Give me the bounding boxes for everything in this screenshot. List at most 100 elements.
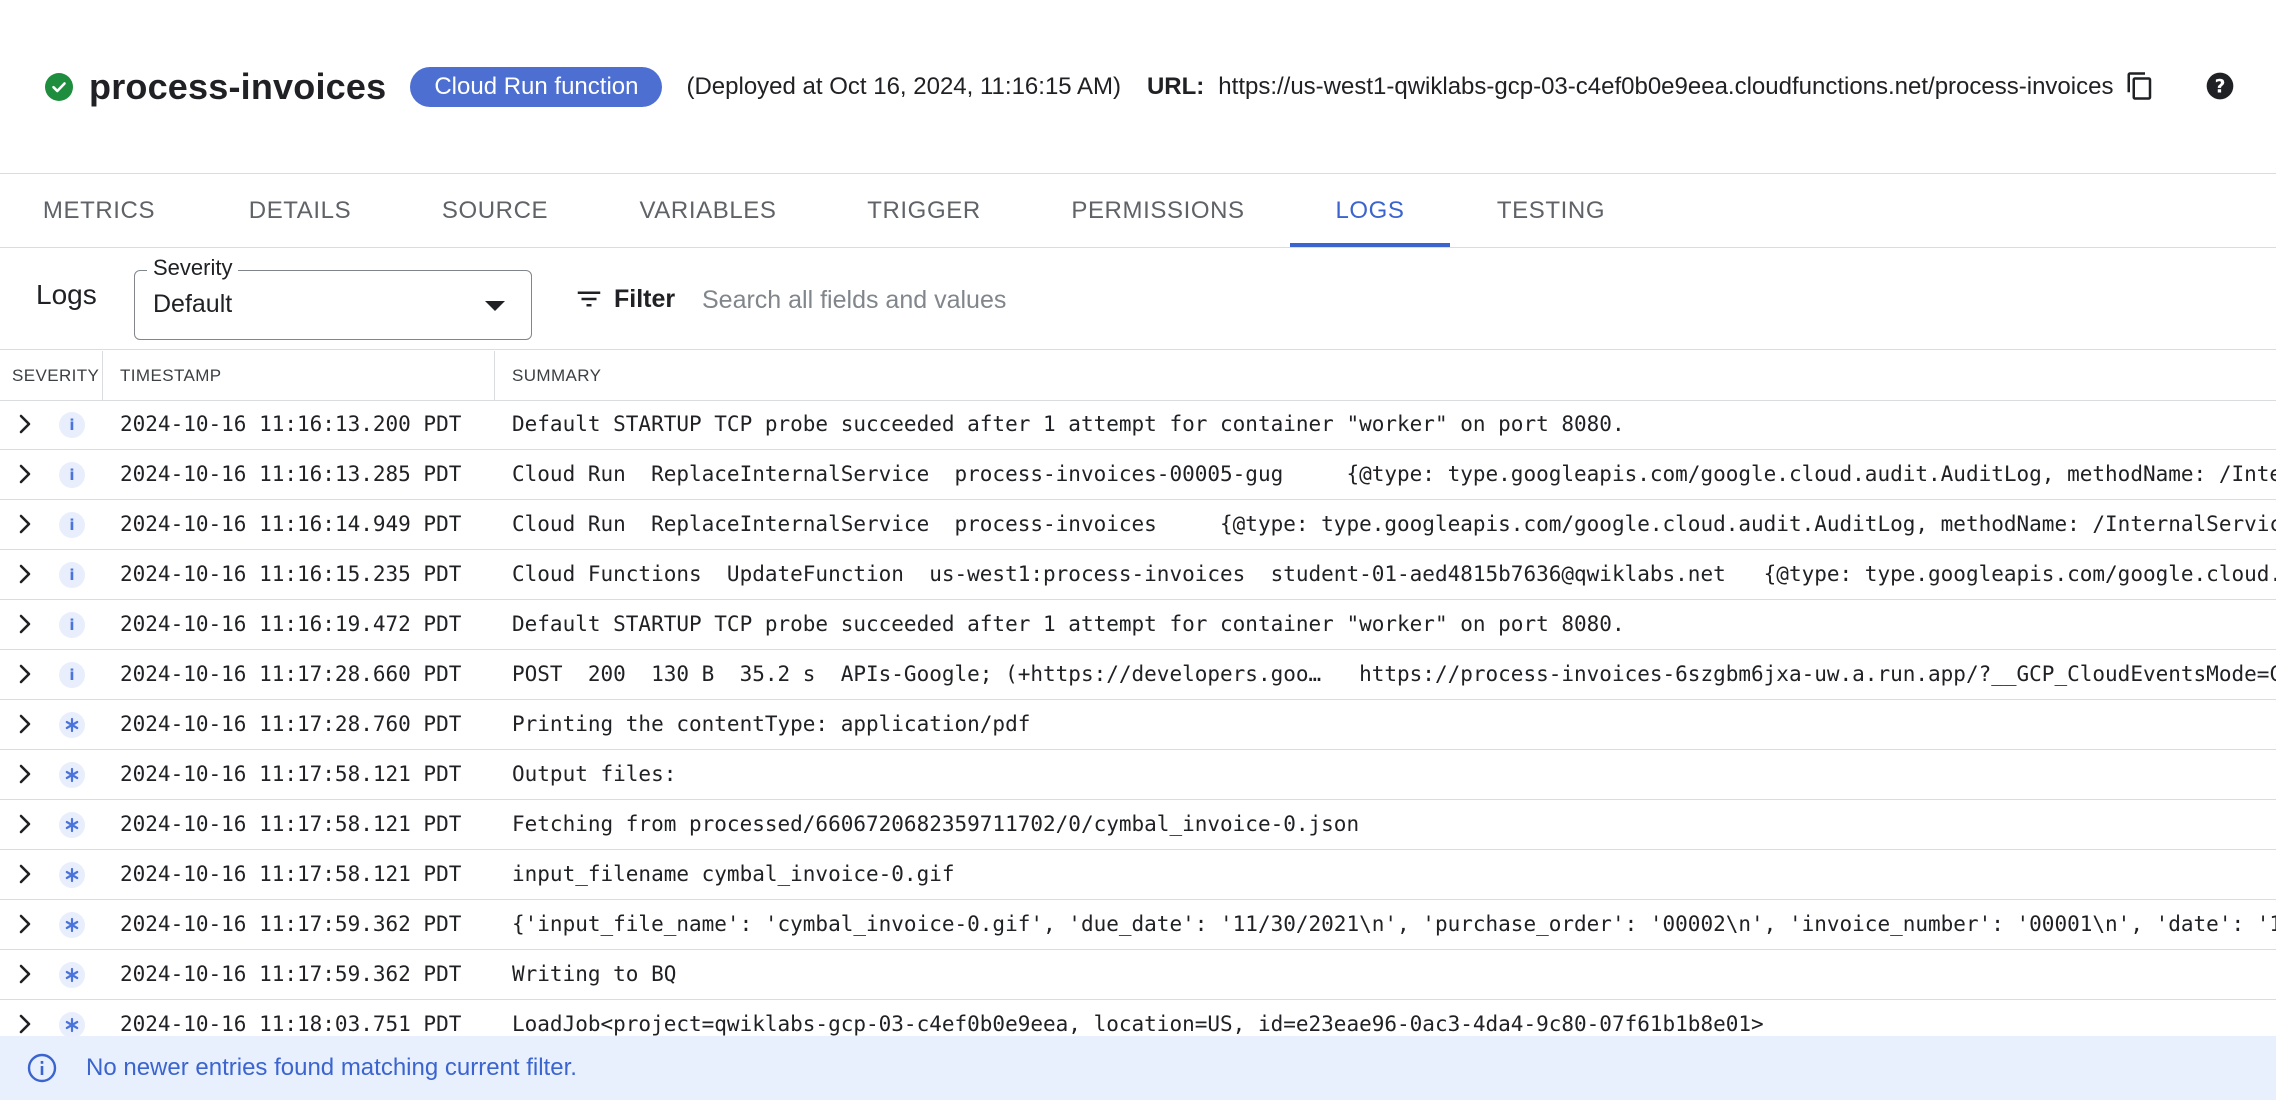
tab-trigger[interactable]: TRIGGER bbox=[852, 175, 996, 247]
log-timestamp: 2024-10-16 11:16:15.235 PDT bbox=[120, 562, 462, 586]
copy-icon[interactable] bbox=[2120, 66, 2160, 106]
info-outline-icon bbox=[27, 1053, 57, 1083]
chevron-right-icon[interactable] bbox=[14, 813, 36, 835]
log-summary: Printing the contentType: application/pd… bbox=[512, 712, 1031, 736]
tab-testing[interactable]: TESTING bbox=[1482, 175, 1620, 247]
chevron-right-icon[interactable] bbox=[14, 963, 36, 985]
logs-toolbar: Logs Severity Default Filter bbox=[0, 249, 2276, 350]
chevron-right-icon[interactable] bbox=[14, 513, 36, 535]
severity-default-icon bbox=[59, 712, 85, 738]
log-entry-row[interactable]: i 2024-10-16 11:16:19.472 PDT Default STAR… bbox=[0, 600, 2276, 650]
tab-logs[interactable]: LOGS bbox=[1290, 175, 1450, 247]
log-summary: Cloud Run ReplaceInternalService process… bbox=[512, 512, 2276, 536]
log-summary: Fetching from processed/6606720682359711… bbox=[512, 812, 1360, 836]
page-header: process-invoices Cloud Run function (Dep… bbox=[0, 0, 2276, 174]
severity-default-icon bbox=[59, 812, 85, 838]
log-summary: LoadJob<project=qwiklabs-gcp-03-c4ef0b0e… bbox=[512, 1012, 1764, 1036]
severity-info-icon: i bbox=[59, 462, 85, 488]
severity-default-icon bbox=[59, 912, 85, 938]
log-timestamp: 2024-10-16 11:17:28.760 PDT bbox=[120, 712, 462, 736]
log-timestamp: 2024-10-16 11:16:19.472 PDT bbox=[120, 612, 462, 636]
column-divider[interactable] bbox=[494, 351, 495, 400]
log-timestamp: 2024-10-16 11:17:59.362 PDT bbox=[120, 962, 462, 986]
log-summary: Cloud Functions UpdateFunction us-west1:… bbox=[512, 562, 2276, 586]
url-label: URL: bbox=[1146, 73, 1205, 100]
severity-info-icon: i bbox=[59, 662, 85, 688]
column-header-timestamp[interactable]: TIMESTAMP bbox=[120, 351, 222, 400]
chevron-right-icon[interactable] bbox=[14, 463, 36, 485]
tab-source[interactable]: SOURCE bbox=[424, 175, 566, 247]
log-summary: input_filename cymbal_invoice-0.gif bbox=[512, 862, 955, 886]
column-divider[interactable] bbox=[102, 351, 103, 400]
log-timestamp: 2024-10-16 11:17:58.121 PDT bbox=[120, 762, 462, 786]
log-summary: Output files: bbox=[512, 762, 677, 786]
severity-default-icon bbox=[59, 962, 85, 988]
log-summary: Cloud Run ReplaceInternalService process… bbox=[512, 462, 2276, 486]
chevron-right-icon[interactable] bbox=[14, 413, 36, 435]
log-timestamp: 2024-10-16 11:17:58.121 PDT bbox=[120, 812, 462, 836]
severity-info-icon: i bbox=[59, 612, 85, 638]
severity-select[interactable]: Severity Default bbox=[134, 255, 532, 340]
logs-title: Logs bbox=[36, 279, 97, 310]
log-summary: Default STARTUP TCP probe succeeded afte… bbox=[512, 612, 1625, 636]
log-summary: Default STARTUP TCP probe succeeded afte… bbox=[512, 412, 1625, 436]
dropdown-arrow-icon bbox=[485, 301, 505, 311]
log-entry-row[interactable]: i 2024-10-16 11:16:13.200 PDT Default STAR… bbox=[0, 400, 2276, 450]
log-timestamp: 2024-10-16 11:17:28.660 PDT bbox=[120, 662, 462, 686]
chevron-right-icon[interactable] bbox=[14, 1013, 36, 1035]
log-entry-row[interactable]: 2024-10-16 11:17:58.121 PDT Fetching from… bbox=[0, 800, 2276, 850]
log-summary: POST 200 130 B 35.2 s APIs-Google; (+htt… bbox=[512, 662, 2276, 686]
log-entry-row[interactable]: 2024-10-16 11:17:28.760 PDT Printing the … bbox=[0, 700, 2276, 750]
column-header-summary[interactable]: SUMMARY bbox=[512, 351, 601, 400]
tab-variables[interactable]: VARIABLES bbox=[620, 175, 796, 247]
header-row: process-invoices Cloud Run function (Dep… bbox=[45, 62, 2113, 112]
severity-info-icon: i bbox=[59, 562, 85, 588]
chevron-right-icon[interactable] bbox=[14, 913, 36, 935]
log-entry-row[interactable]: 2024-10-16 11:17:59.362 PDT Writing to BQ bbox=[0, 950, 2276, 1000]
tab-bar: METRICS DETAILS SOURCE VARIABLES TRIGGER… bbox=[0, 175, 2276, 248]
log-entry-row[interactable]: 2024-10-16 11:17:59.362 PDT {'input_file_… bbox=[0, 900, 2276, 950]
log-summary: {'input_file_name': 'cymbal_invoice-0.gi… bbox=[512, 912, 2276, 936]
log-timestamp: 2024-10-16 11:16:14.949 PDT bbox=[120, 512, 462, 536]
severity-default-icon bbox=[59, 1012, 85, 1037]
check-circle-icon bbox=[45, 73, 73, 101]
search-input[interactable] bbox=[700, 277, 1704, 323]
severity-value: Default bbox=[153, 290, 233, 318]
log-entries-list: i 2024-10-16 11:16:13.200 PDT Default STAR… bbox=[0, 400, 2276, 1037]
column-header-severity[interactable]: SEVERITY bbox=[12, 351, 99, 400]
log-entry-row[interactable]: i 2024-10-16 11:16:13.285 PDT Cloud Run Re… bbox=[0, 450, 2276, 500]
chevron-right-icon[interactable] bbox=[14, 863, 36, 885]
log-table-header: SEVERITY TIMESTAMP SUMMARY bbox=[0, 351, 2276, 401]
severity-info-icon: i bbox=[59, 412, 85, 438]
chevron-right-icon[interactable] bbox=[14, 663, 36, 685]
filter-label: Filter bbox=[614, 284, 676, 313]
chevron-right-icon[interactable] bbox=[14, 563, 36, 585]
no-newer-entries-banner: No newer entries found matching current … bbox=[0, 1036, 2276, 1100]
function-url[interactable]: https://us-west1-qwiklabs-gcp-03-c4ef0b0… bbox=[1218, 73, 2113, 101]
chevron-right-icon[interactable] bbox=[14, 713, 36, 735]
svg-text:?: ? bbox=[2215, 77, 2226, 98]
log-entry-row[interactable]: 2024-10-16 11:18:03.751 PDT LoadJob<proje… bbox=[0, 1000, 2276, 1037]
help-icon[interactable]: ? bbox=[2200, 66, 2240, 106]
tab-metrics[interactable]: METRICS bbox=[20, 175, 178, 247]
log-summary: Writing to BQ bbox=[512, 962, 677, 986]
log-entry-row[interactable]: i 2024-10-16 11:17:28.660 PDT POST 200 130… bbox=[0, 650, 2276, 700]
tab-details[interactable]: DETAILS bbox=[228, 175, 372, 247]
filter-button[interactable]: Filter bbox=[574, 275, 675, 323]
chevron-right-icon[interactable] bbox=[14, 763, 36, 785]
function-name: process-invoices bbox=[89, 66, 387, 107]
chevron-right-icon[interactable] bbox=[14, 613, 36, 635]
severity-default-icon bbox=[59, 862, 85, 888]
log-entry-row[interactable]: 2024-10-16 11:17:58.121 PDT Output files: bbox=[0, 750, 2276, 800]
log-entry-row[interactable]: i 2024-10-16 11:16:14.949 PDT Cloud Run Re… bbox=[0, 500, 2276, 550]
banner-text: No newer entries found matching current … bbox=[86, 1054, 577, 1081]
log-timestamp: 2024-10-16 11:17:59.362 PDT bbox=[120, 912, 462, 936]
log-timestamp: 2024-10-16 11:16:13.200 PDT bbox=[120, 412, 462, 436]
deployed-timestamp: (Deployed at Oct 16, 2024, 11:16:15 AM) bbox=[686, 73, 1121, 100]
tab-permissions[interactable]: PERMISSIONS bbox=[1056, 175, 1260, 247]
log-entry-row[interactable]: 2024-10-16 11:17:58.121 PDT input_filenam… bbox=[0, 850, 2276, 900]
log-timestamp: 2024-10-16 11:17:58.121 PDT bbox=[120, 862, 462, 886]
severity-default-icon bbox=[59, 762, 85, 788]
log-entry-row[interactable]: i 2024-10-16 11:16:15.235 PDT Cloud Functi… bbox=[0, 550, 2276, 600]
severity-info-icon: i bbox=[59, 512, 85, 538]
